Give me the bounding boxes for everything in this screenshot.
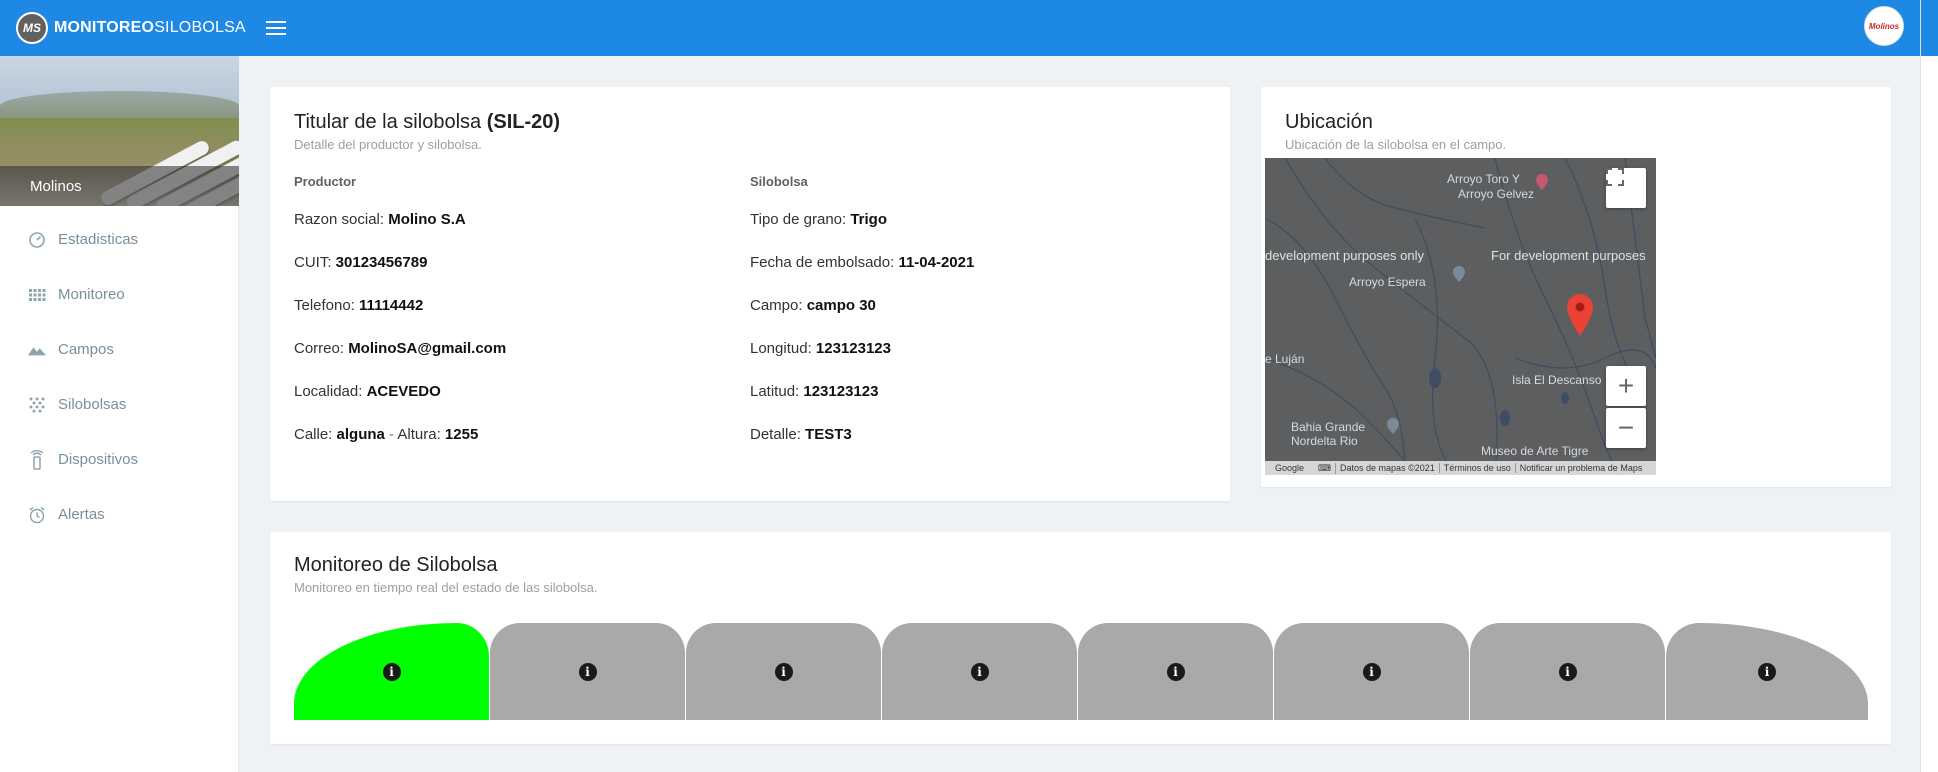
info-icon[interactable]: i xyxy=(970,662,989,681)
sidebar-item-monitoreo[interactable]: Monitoreo xyxy=(0,267,238,322)
report-problem-link[interactable]: Notificar un problema de Maps xyxy=(1516,463,1647,473)
sidebar-banner: Molinos xyxy=(0,56,239,206)
place-label: Arroyo Gelvez xyxy=(1458,187,1535,201)
sidebar-item-label: Dispositivos xyxy=(58,451,139,468)
titular-card: Titular de la silobolsa (SIL-20) Detalle… xyxy=(270,87,1230,501)
sidebar-item-label: Monitoreo xyxy=(58,286,125,303)
terms-link[interactable]: Términos de uso xyxy=(1440,463,1516,473)
monitoreo-title: Monitoreo de Silobolsa xyxy=(294,554,498,576)
brand-bold: MONITOREO xyxy=(54,19,155,36)
cuit-row: CUIT: 30123456789 xyxy=(294,254,428,271)
longitud-row: Longitud: 123123123 xyxy=(750,340,891,357)
info-icon[interactable]: i xyxy=(1166,662,1185,681)
fecha-embolsado-row: Fecha de embolsado: 11-04-2021 xyxy=(750,254,975,271)
map-footer: Google ⌨ Datos de mapas ©2021 Términos d… xyxy=(1265,461,1656,475)
silobolsa-segment-6[interactable]: i xyxy=(1274,623,1470,720)
razon-social-row: Razon social: Molino S.A xyxy=(294,211,466,228)
title-prefix: Titular de la silobolsa xyxy=(294,111,487,133)
dots-icon xyxy=(28,396,46,414)
map-google-logo: Google xyxy=(1275,463,1305,473)
keyboard-icon[interactable]: ⌨ xyxy=(1314,462,1337,474)
sidebar-item-campos[interactable]: Campos xyxy=(0,322,238,377)
zoom-out-button[interactable]: − xyxy=(1606,408,1646,448)
monitoreo-card: Monitoreo de Silobolsa Monitoreo en tiem… xyxy=(270,532,1891,744)
alarm-clock-icon xyxy=(28,506,46,524)
info-icon[interactable]: i xyxy=(578,662,597,681)
correo-row: Correo: MolinoSA@gmail.com xyxy=(294,340,507,357)
latitud-row: Latitud: 123123123 xyxy=(750,383,879,400)
menu-toggle-icon[interactable] xyxy=(265,21,286,35)
user-avatar[interactable]: Molinos xyxy=(1864,6,1904,46)
silobolsa-segment-4[interactable]: i xyxy=(882,623,1078,720)
place-label: Arroyo Toro Y xyxy=(1447,172,1520,186)
titular-title: Titular de la silobolsa (SIL-20) xyxy=(294,111,1206,134)
ubicacion-subtitle: Ubicación de la silobolsa en el campo. xyxy=(1285,137,1507,152)
info-icon[interactable]: i xyxy=(382,662,401,681)
sidebar-item-estadisticas[interactable]: Estadisticas xyxy=(0,212,238,267)
silobolsa-visual: iiiiiiii xyxy=(294,623,1868,720)
sidebar-item-label: Campos xyxy=(58,341,114,358)
sidebar-item-label: Estadisticas xyxy=(58,231,139,248)
place-label: Nordelta Rio xyxy=(1291,434,1358,448)
place-label: Bahia Grande xyxy=(1291,420,1366,434)
silobolsa-segment-2[interactable]: i xyxy=(490,623,686,720)
campo-row: Campo: campo 30 xyxy=(750,297,876,314)
info-icon[interactable]: i xyxy=(774,662,793,681)
brand-name: MONITOREOSILOBOLSA xyxy=(54,19,246,37)
sidebar: Molinos Estadisticas Monitoreo Campos Si… xyxy=(0,56,239,772)
place-label: Isla El Descanso xyxy=(1512,373,1602,387)
tipo-grano-row: Tipo de grano: Trigo xyxy=(750,211,888,228)
remote-icon xyxy=(28,449,46,470)
silobolsa-column: Silobolsa Tipo de grano: Trigo Fecha de … xyxy=(750,174,1206,469)
silobolsa-segment-1[interactable]: i xyxy=(294,623,490,720)
detalle-row: Detalle: TEST3 xyxy=(750,426,852,443)
fullscreen-button[interactable] xyxy=(1606,168,1646,208)
zoom-in-button[interactable]: + xyxy=(1606,366,1646,406)
app-logo[interactable]: MS MONITOREOSILOBOLSA xyxy=(16,12,246,44)
info-icon[interactable]: i xyxy=(1558,662,1577,681)
silobolsa-heading: Silobolsa xyxy=(750,174,808,189)
place-label: e Luján xyxy=(1265,352,1305,366)
place-label: Museo de Arte Tigre xyxy=(1481,444,1589,458)
info-icon[interactable]: i xyxy=(1758,662,1776,681)
silobolsa-segment-7[interactable]: i xyxy=(1470,623,1666,720)
sidebar-item-dispositivos[interactable]: Dispositivos xyxy=(0,432,238,487)
localidad-row: Localidad: ACEVEDO xyxy=(294,383,441,400)
ubicacion-title: Ubicación xyxy=(1285,111,1373,133)
sidebar-item-label: Alertas xyxy=(58,506,105,523)
silobolsa-code: (SIL-20) xyxy=(486,111,561,133)
ubicacion-card: Ubicación Ubicación de la silobolsa en e… xyxy=(1261,87,1891,487)
top-bar: MS MONITOREOSILOBOLSA Molinos xyxy=(0,0,1920,56)
speedometer-icon xyxy=(28,231,46,249)
info-icon[interactable]: i xyxy=(1362,662,1381,681)
company-name: Molinos xyxy=(0,166,239,206)
dev-watermark-right: For development purposes xyxy=(1491,248,1646,263)
titular-subtitle: Detalle del productor y silobolsa. xyxy=(294,137,482,152)
sidebar-item-silobolsas[interactable]: Silobolsas xyxy=(0,377,238,432)
sidebar-item-alertas[interactable]: Alertas xyxy=(0,487,238,542)
place-label: Arroyo Espera xyxy=(1349,275,1426,289)
browser-edge-strip xyxy=(1920,0,1938,772)
sidebar-item-label: Silobolsas xyxy=(58,396,127,413)
brand-light: SILOBOLSA xyxy=(154,19,246,36)
telefono-row: Telefono: 11114442 xyxy=(294,297,424,314)
silobolsa-segment-8[interactable]: i xyxy=(1666,623,1868,720)
map-data-credit: Datos de mapas ©2021 xyxy=(1336,463,1440,473)
mountains-icon xyxy=(28,341,46,359)
sidebar-nav: Estadisticas Monitoreo Campos Silobolsas… xyxy=(0,212,238,542)
monitoreo-subtitle: Monitoreo en tiempo real del estado de l… xyxy=(294,580,598,595)
grid-icon xyxy=(28,286,46,304)
calle-row: Calle: alguna - Altura: 1255 xyxy=(294,426,479,443)
location-map[interactable]: development purposes only For developmen… xyxy=(1265,158,1656,475)
dev-watermark-left: development purposes only xyxy=(1265,248,1424,263)
productor-column: Productor Razon social: Molino S.A CUIT:… xyxy=(294,174,750,469)
logo-mark: MS xyxy=(16,12,48,44)
silobolsa-segment-3[interactable]: i xyxy=(686,623,882,720)
productor-heading: Productor xyxy=(294,174,357,189)
silobolsa-segment-5[interactable]: i xyxy=(1078,623,1274,720)
